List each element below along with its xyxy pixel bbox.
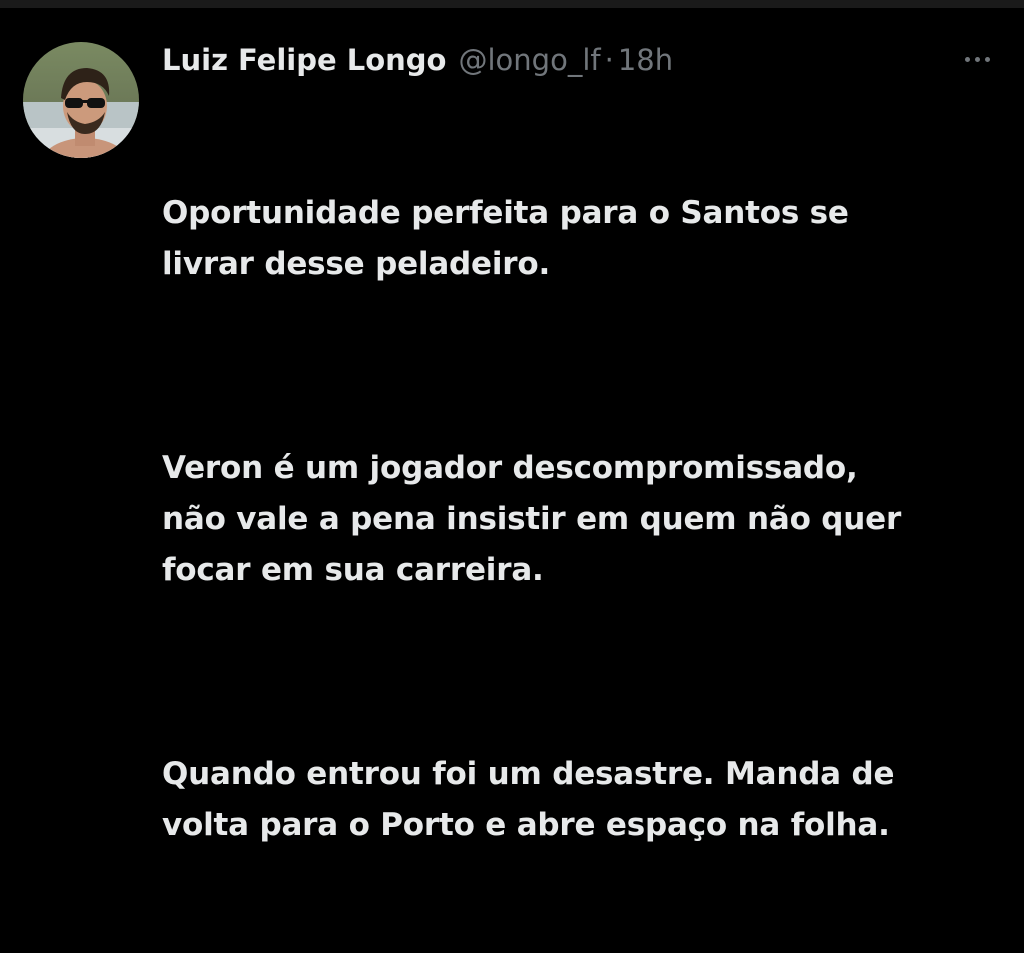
- more-horizontal-icon[interactable]: [952, 44, 1002, 74]
- top-divider: [0, 0, 1024, 8]
- more-dot: [984, 56, 990, 62]
- avatar[interactable]: [23, 42, 139, 158]
- tweet-paragraph: Quando entrou foi um desastre. Manda de …: [162, 756, 895, 843]
- tweet-header: Luiz Felipe Longo @longo_lf · 18h: [162, 38, 673, 82]
- tweet-timestamp[interactable]: 18h: [618, 38, 673, 82]
- more-dot: [964, 56, 970, 62]
- more-dot: [974, 56, 980, 62]
- author-display-name[interactable]: Luiz Felipe Longo: [162, 38, 446, 82]
- tweet[interactable]: Luiz Felipe Longo @longo_lf · 18h Oportu…: [0, 8, 1024, 843]
- header-separator: ·: [604, 43, 614, 77]
- author-handle[interactable]: @longo_lf: [458, 38, 600, 82]
- tweet-paragraph: Oportunidade perfeita para o Santos se l…: [162, 195, 849, 282]
- profile-photo-avatar: [23, 42, 139, 158]
- tweet-paragraph: Veron é um jogador descompromissado, não…: [162, 450, 902, 588]
- tweet-text: Oportunidade perfeita para o Santos se l…: [162, 86, 1007, 953]
